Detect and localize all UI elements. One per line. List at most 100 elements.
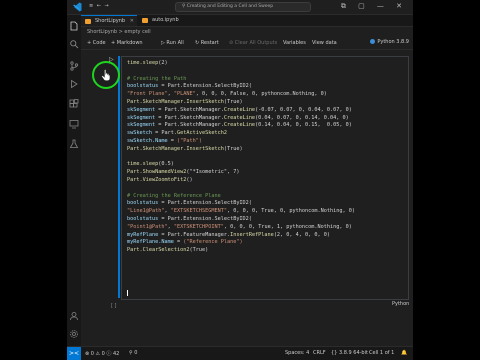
code-token: myRefPlane.Name [127, 239, 174, 246]
tab-shortlipynb[interactable]: ShortLipynb ✕ [81, 15, 137, 26]
clear-outputs-button[interactable]: ⊘ Clear All Outputs [229, 39, 277, 47]
title-bar: ≡ ← → ⚲ Creating and Editing a Cell and … [67, 0, 413, 15]
code-token: = Part.Extension.SelectByID2( [158, 83, 252, 90]
code-token: Part.ShowNamedView2 [127, 169, 187, 176]
code-token: = Part.SketchManager. [155, 114, 224, 121]
code-line[interactable]: skSegment = Part.SketchManager.CreateLin… [127, 115, 355, 123]
code-token: = Part.SketchManager. [155, 122, 224, 129]
code-token: boolstatus [127, 215, 159, 222]
cell-focus-indicator [118, 56, 120, 298]
code-line[interactable]: time.sleep(0.5) [127, 161, 355, 169]
code-token: Part.ClearSelection2 [127, 247, 190, 254]
code-line[interactable]: boolstatus = Part.Extension.SelectByID2( [127, 83, 355, 91]
cell-position: Cell 1 of 1 [369, 350, 395, 356]
code-line[interactable]: Part.ViewZoomtoFit2() [127, 177, 355, 185]
code-line[interactable]: skSegment = Part.SketchManager.CreateLin… [127, 107, 355, 115]
notebook-file-icon [85, 19, 91, 24]
code-token: = Part.FeatureManager. [158, 231, 231, 238]
close-icon[interactable]: ✕ [130, 16, 134, 27]
indentation-indicator[interactable]: Spaces: 4 [285, 350, 309, 356]
testing-icon[interactable] [69, 139, 79, 149]
code-token: "EXTSKETCHSEGMENT" [170, 208, 227, 215]
breadcrumb[interactable]: ShortLipynb > empty cell [81, 27, 413, 37]
view-data-button[interactable]: View data [312, 39, 337, 47]
code-token: swSketch [127, 130, 152, 137]
code-token: = Part. [152, 130, 177, 137]
code-line[interactable]: "Line1@Path", "EXTSKETCHSEGMENT", 0, 0, … [127, 208, 355, 216]
code-token: ("*Isometric", 7) [186, 169, 240, 176]
remote-indicator[interactable]: >< [67, 347, 81, 360]
source-control-icon[interactable] [69, 61, 79, 71]
code-token: myRefPlane [127, 231, 159, 238]
code-token: skSegment [127, 122, 156, 129]
code-line[interactable]: # Creating the Path [127, 76, 355, 84]
code-token: "Point1@Path" [127, 223, 168, 230]
code-line[interactable]: Part.ShowNamedView2("*Isometric", 7) [127, 169, 355, 177]
run-debug-icon[interactable] [69, 79, 79, 89]
code-content[interactable]: time.sleep(2) # Creating the Path boolstat… [127, 60, 355, 255]
python-kernel-icon [370, 39, 376, 44]
add-markdown-cell-button[interactable]: + Markdown [111, 39, 143, 47]
activity-bar [67, 15, 81, 346]
remote-explorer-icon[interactable] [69, 119, 79, 129]
tab-label: ShortLipynb [95, 18, 126, 24]
code-line[interactable]: # Creating the Reference Plane [127, 193, 355, 201]
menu-icons[interactable]: ≡ ← → [89, 3, 110, 9]
kernel-picker[interactable]: Python 3.8.9 [370, 39, 409, 45]
code-token: (2, 0, 4, 0, 0, 0) [273, 231, 331, 238]
settings-gear-icon[interactable] [69, 329, 79, 339]
vscode-window: ≡ ← → ⚲ Creating and Editing a Cell and … [67, 0, 413, 360]
code-token: (0.04, 0.07, 0, 0.14, 0.04, 0) [255, 114, 349, 121]
code-line[interactable]: time.sleep(2) [127, 60, 355, 68]
cell-language-picker[interactable]: Python [392, 301, 409, 307]
code-line[interactable]: Part.SketchManager.InsertSketch(True) [127, 146, 355, 154]
code-token: ("Path") [176, 137, 202, 144]
code-token: , 0, 0, 0, True, 0, pythoncom.Nothing, 0… [226, 208, 356, 215]
search-icon[interactable] [69, 39, 79, 49]
code-line[interactable]: myRefPlane.Name = ("Reference Plane") [127, 239, 355, 247]
eol-indicator[interactable]: CRLF [313, 350, 326, 356]
code-token: "Line1@Path" [127, 208, 165, 215]
restart-button[interactable]: ↻ Restart [195, 39, 219, 47]
editor-area: ShortLipynb ✕ auto.ipynb ShortLipynb > e… [81, 15, 413, 346]
tab-label: auto.ipynb [152, 17, 179, 23]
code-line[interactable]: "Front Plane", "PLANE", 0, 0, 0, False, … [127, 91, 355, 99]
command-center-search[interactable]: ⚲ Creating and Editing a Cell and Sweep [175, 2, 311, 12]
variables-button[interactable]: Variables [283, 39, 306, 47]
code-line[interactable]: Part.SketchManager.InsertSketch(True) [127, 99, 355, 107]
code-line[interactable]: swSketch = Part.GetActiveSketch2 [127, 130, 355, 138]
code-line[interactable]: boolstatus = Part.Extension.SelectByID2( [127, 216, 355, 224]
ports-indicator[interactable]: ⚲ 0 [129, 350, 137, 356]
code-token: GetActiveSketch2 [177, 130, 227, 137]
status-bar: >< ⊗ 0 ⚠ 0 ⓘ 42 ⚲ 0 Spaces: 4 CRLF {} 3.… [67, 346, 413, 360]
notifications-icon[interactable]: 🔔 [401, 350, 407, 356]
code-token: swSketch.Name [127, 137, 168, 144]
hand-cursor-icon [101, 69, 111, 81]
tab-auto-ipynb[interactable]: auto.ipynb [138, 15, 190, 26]
window-controls[interactable]: ⧉ ▢ — ✕ [341, 2, 407, 11]
code-token: "Front Plane" [127, 91, 168, 98]
explorer-icon[interactable] [69, 21, 79, 31]
code-token: # Creating the Reference Plane [127, 192, 221, 199]
run-all-button[interactable]: ▷ Run All [161, 39, 184, 47]
code-token: , 0, 0, 0, True, 1, pythoncom.Nothing, 0… [223, 223, 352, 230]
code-token: = [167, 137, 177, 144]
kernel-status[interactable]: {} 3.8.9 64-bit [331, 350, 368, 356]
code-token: "EXTSKETCHPOINT" [173, 223, 224, 230]
notebook-file-icon [142, 18, 148, 23]
code-line[interactable]: skSegment = Part.SketchManager.CreateLin… [127, 122, 355, 130]
code-line[interactable] [127, 154, 355, 162]
code-line[interactable]: boolstatus = Part.Extension.SelectByID2( [127, 200, 355, 208]
extensions-icon[interactable] [69, 99, 79, 109]
code-line[interactable]: swSketch.Name = ("Path") [127, 138, 355, 146]
code-line[interactable]: Part.ClearSelection2(True) [127, 247, 355, 255]
code-line[interactable]: myRefPlane = Part.FeatureManager.InsertR… [127, 232, 355, 240]
editor-tabs: ShortLipynb ✕ auto.ipynb [81, 15, 413, 27]
code-line[interactable] [127, 68, 355, 76]
code-token: Part.SketchManager.InsertSketch [127, 145, 224, 152]
code-line[interactable] [127, 185, 355, 193]
code-line[interactable]: "Point1@Path", "EXTSKETCHPOINT", 0, 0, 0… [127, 224, 355, 232]
add-code-cell-button[interactable]: + Code [87, 39, 106, 47]
accounts-icon[interactable] [69, 311, 79, 321]
problems-indicator[interactable]: ⊗ 0 ⚠ 0 ⓘ 42 [85, 350, 119, 357]
